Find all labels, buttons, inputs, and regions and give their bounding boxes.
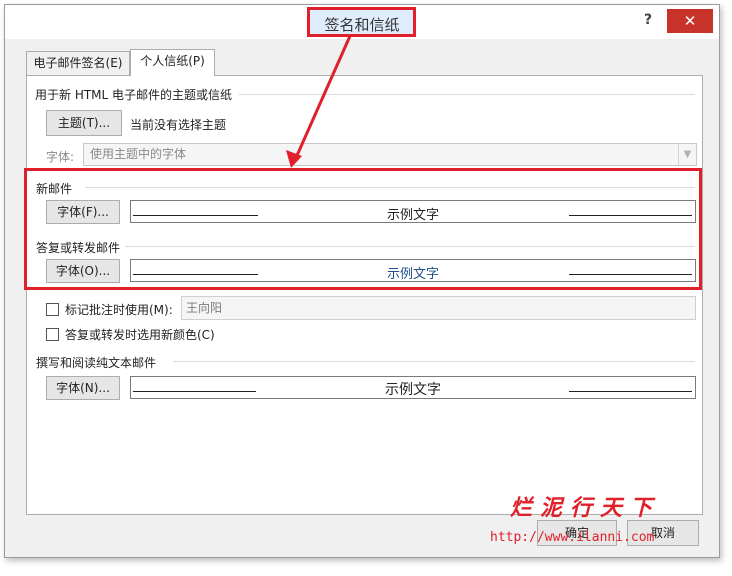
watermark-url: http://www.ilanni.com (490, 530, 655, 545)
tab-personal-stationery[interactable]: 个人信纸(P) (130, 49, 215, 76)
watermark-logo: 烂泥行天下 (510, 495, 661, 521)
